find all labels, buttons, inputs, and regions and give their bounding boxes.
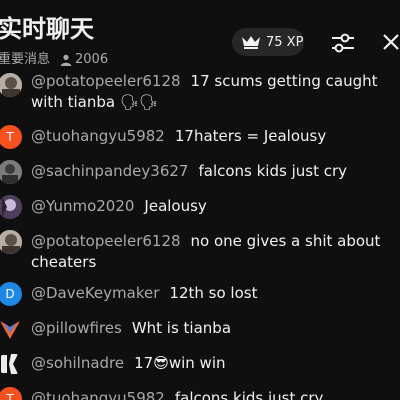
avatar[interactable]: D: [0, 282, 22, 306]
avatar-photo-icon: [0, 73, 22, 97]
avatar-initial: D: [5, 287, 15, 301]
avatar[interactable]: [0, 352, 22, 376]
chat-author[interactable]: @DaveKeymaker: [31, 284, 159, 302]
xp-button[interactable]: 75 XP: [232, 28, 304, 56]
chat-message-body: 17😎win win: [134, 354, 226, 372]
avatar[interactable]: T: [0, 125, 22, 149]
page-title: 实时聊天: [0, 15, 94, 43]
chat-message-text: @DaveKeymaker 12th so lost: [31, 283, 400, 304]
avatar-photo-icon: [0, 160, 22, 184]
avatar[interactable]: [0, 230, 22, 254]
avatar-photo-icon: [0, 230, 22, 254]
avatar[interactable]: [0, 73, 22, 97]
chat-mode-label[interactable]: 重要消息: [0, 52, 50, 68]
chat-meta: 重要消息 2006: [0, 52, 108, 68]
avatar-photo-icon: [1, 354, 18, 374]
chat-message-body: Wht is tianba: [131, 319, 232, 337]
chat-message-text: @sohilnadre 17😎win win: [31, 353, 400, 374]
chat-message-list[interactable]: @potatopeeler6128 17 scums getting caught…: [0, 72, 400, 400]
chat-message-text: @potatopeeler6128 no one gives a shit abo…: [31, 231, 400, 273]
chat-message-text: @tuohangyu5982 falcons kids just cry: [31, 388, 400, 400]
xp-label: 75 XP: [266, 34, 304, 50]
avatar[interactable]: [0, 317, 22, 341]
chat-author[interactable]: @tuohangyu5982: [31, 389, 165, 400]
avatar[interactable]: [0, 195, 22, 219]
crown-icon: [242, 36, 260, 49]
chat-author[interactable]: @Yunmo2020: [31, 197, 134, 215]
chat-message-body: Jealousy: [144, 197, 207, 215]
avatar-initial: T: [6, 392, 14, 400]
avatar-photo-icon: [0, 321, 20, 339]
tune-button[interactable]: [327, 28, 359, 58]
viewer-count-value: 2006: [75, 52, 109, 67]
chat-header: 实时聊天 重要消息 2006 75 XP: [0, 0, 400, 72]
close-button[interactable]: [382, 29, 400, 55]
avatar-photo-icon: [0, 195, 22, 219]
chat-message-body: 17haters = Jealousy: [174, 127, 327, 145]
chat-author[interactable]: @tuohangyu5982: [31, 127, 165, 145]
chat-author[interactable]: @potatopeeler6128: [31, 232, 181, 250]
chat-author[interactable]: @potatopeeler6128: [31, 72, 181, 90]
chat-author[interactable]: @sohilnadre: [31, 354, 124, 372]
avatar-initial: T: [6, 130, 14, 144]
close-icon: [383, 34, 399, 50]
chat-author[interactable]: @pillowfires: [31, 319, 122, 337]
chat-message-body: 12th so lost: [169, 284, 258, 302]
chat-message-text: @Yunmo2020 Jealousy: [31, 196, 400, 217]
chat-message-text: @pillowfires Wht is tianba: [31, 318, 400, 339]
chat-message-text: @sachinpandey3627 falcons kids just cry: [31, 161, 400, 182]
chat-message-body: falcons kids just cry: [174, 389, 324, 400]
chat-author[interactable]: @sachinpandey3627: [31, 162, 188, 180]
viewer-count: 2006: [60, 52, 108, 68]
chat-message-body: falcons kids just cry: [198, 162, 348, 180]
person-icon: [60, 54, 72, 66]
avatar[interactable]: [0, 160, 22, 184]
chat-message-text: @potatopeeler6128 17 scums getting caught…: [31, 72, 400, 113]
tune-sliders-icon: [332, 33, 354, 53]
chat-message-text: @tuohangyu5982 17haters = Jealousy: [31, 126, 400, 147]
avatar[interactable]: T: [0, 387, 22, 400]
